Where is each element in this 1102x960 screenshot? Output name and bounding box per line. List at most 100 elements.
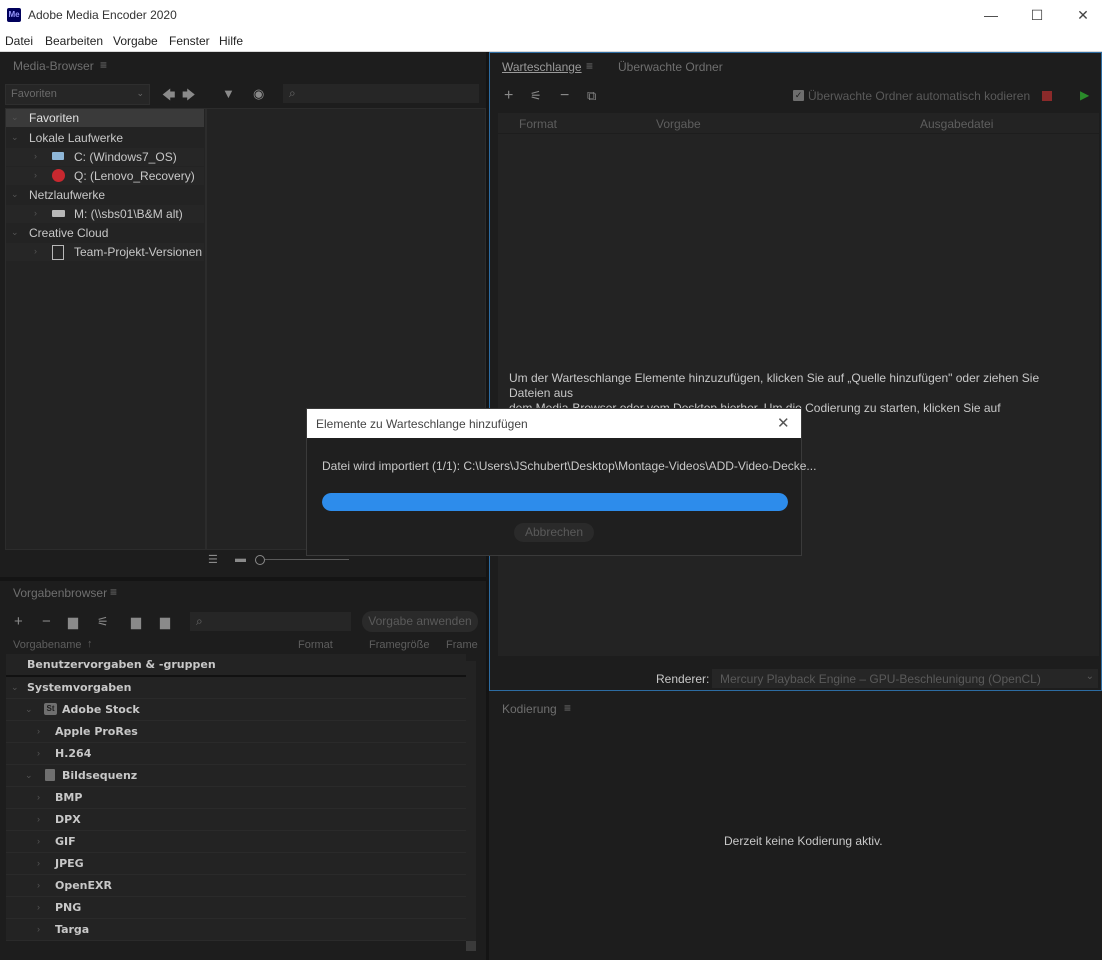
add-source-icon[interactable]: + bbox=[504, 87, 513, 105]
preset-group-image-sequence[interactable]: ⌄ Bildsequenz bbox=[6, 765, 466, 787]
dialog-title-bar: Elemente zu Warteschlange hinzufügen ✕ bbox=[307, 409, 801, 438]
tree-item-drive-m[interactable]: › M: (\\sbs01\B&M alt) bbox=[6, 205, 204, 223]
remove-item-icon[interactable]: − bbox=[560, 87, 569, 105]
preset-item-apple-prores[interactable]: › Apple ProRes bbox=[6, 721, 466, 743]
maximize-button[interactable]: ☐ bbox=[1014, 0, 1060, 31]
thumbnail-view-icon[interactable]: ▬ bbox=[235, 553, 246, 565]
column-frame[interactable]: Frame bbox=[446, 639, 478, 651]
chevron-right-icon: › bbox=[37, 902, 40, 912]
preset-item-bmp[interactable]: › BMP bbox=[6, 787, 466, 809]
encoding-title[interactable]: Kodierung bbox=[502, 702, 557, 716]
preset-label: PNG bbox=[55, 901, 82, 914]
preset-label: Benutzervorgaben & -gruppen bbox=[27, 658, 216, 671]
menu-bearbeiten[interactable]: Bearbeiten bbox=[45, 34, 103, 48]
adobe-stock-icon: St bbox=[44, 703, 57, 715]
stop-queue-icon[interactable] bbox=[1042, 91, 1052, 101]
team-project-icon bbox=[52, 245, 64, 260]
tree-item-team-projects[interactable]: › Team-Projekt-Versionen bbox=[6, 243, 204, 261]
column-format[interactable]: Format bbox=[298, 639, 333, 651]
tree-item-network-drives[interactable]: ⌄ Netzlaufwerke bbox=[6, 186, 204, 204]
zoom-slider-handle[interactable] bbox=[255, 555, 265, 565]
list-view-icon[interactable]: ☰ bbox=[208, 553, 218, 566]
preset-search-input[interactable]: ⌕ bbox=[190, 612, 351, 631]
chevron-right-icon: › bbox=[37, 792, 40, 802]
tab-watch-folders[interactable]: Überwachte Ordner bbox=[618, 60, 723, 74]
tree-item-favorites[interactable]: ⌄ Favoriten bbox=[6, 109, 204, 127]
tab-queue[interactable]: Warteschlange bbox=[502, 60, 582, 74]
queue-settings-icon[interactable]: ⚟ bbox=[530, 88, 542, 104]
renderer-label: Renderer: bbox=[656, 672, 710, 686]
chevron-down-icon: ⌄ bbox=[25, 704, 33, 714]
menu-fenster[interactable]: Fenster bbox=[169, 34, 210, 48]
preset-browser-title[interactable]: Vorgabenbrowser bbox=[13, 586, 107, 600]
close-button[interactable]: ✕ bbox=[1060, 0, 1102, 31]
preset-scrollbar[interactable] bbox=[466, 661, 476, 951]
forward-arrow-icon[interactable]: 🡆 bbox=[182, 86, 195, 108]
chevron-down-icon: ⌄ bbox=[136, 88, 144, 98]
auto-encode-label: Überwachte Ordner automatisch kodieren bbox=[808, 89, 1031, 103]
column-output[interactable]: Ausgabedatei bbox=[920, 117, 993, 131]
column-format[interactable]: Format bbox=[519, 117, 557, 131]
cancel-button[interactable]: Abbrechen bbox=[514, 523, 594, 542]
menu-datei[interactable]: Datei bbox=[5, 34, 33, 48]
auto-encode-checkbox[interactable]: ✓ bbox=[793, 90, 804, 101]
menu-vorgabe[interactable]: Vorgabe bbox=[113, 34, 158, 48]
preset-settings-icon[interactable]: ⚟ bbox=[97, 614, 109, 630]
media-encoder-logo-icon: Me bbox=[7, 8, 21, 22]
scrollbar-thumb[interactable] bbox=[466, 941, 476, 951]
preset-group-adobe-stock[interactable]: ⌄ St Adobe Stock bbox=[6, 699, 466, 721]
media-browser-title[interactable]: Media-Browser bbox=[13, 59, 94, 73]
menu-hilfe[interactable]: Hilfe bbox=[219, 34, 243, 48]
preset-label: JPEG bbox=[55, 857, 84, 870]
panel-menu-icon[interactable]: ≡ bbox=[564, 701, 571, 715]
encoding-status: Derzeit keine Kodierung aktiv. bbox=[724, 834, 883, 848]
renderer-select[interactable]: Mercury Playback Engine – GPU-Beschleuni… bbox=[712, 669, 1098, 688]
preset-item-png[interactable]: › PNG bbox=[6, 897, 466, 919]
preset-item-h264[interactable]: › H.264 bbox=[6, 743, 466, 765]
column-preset[interactable]: Vorgabe bbox=[656, 117, 701, 131]
windows-drive-icon bbox=[52, 152, 64, 160]
remove-preset-icon[interactable]: − bbox=[42, 613, 51, 630]
minimize-button[interactable]: — bbox=[968, 0, 1014, 31]
preset-label: Targa bbox=[55, 923, 90, 936]
dialog-close-icon[interactable]: ✕ bbox=[777, 414, 790, 432]
media-search-input[interactable]: ⌕ bbox=[283, 84, 479, 103]
new-group-icon[interactable]: ▆ bbox=[68, 614, 78, 630]
chevron-right-icon: › bbox=[37, 858, 40, 868]
chevron-down-icon: ⌄ bbox=[11, 227, 19, 237]
column-framesize[interactable]: Framegröße bbox=[369, 639, 430, 651]
tree-item-label: Q: (Lenovo_Recovery) bbox=[74, 169, 195, 183]
preset-item-dpx[interactable]: › DPX bbox=[6, 809, 466, 831]
tree-item-local-drives[interactable]: ⌄ Lokale Laufwerke bbox=[6, 129, 204, 147]
preset-browser-panel: Vorgabenbrowser ≡ + − ▆ ⚟ ▆ ▆ ⌕ Vorgabe … bbox=[0, 581, 486, 960]
view-eye-icon[interactable]: ◉ bbox=[253, 86, 264, 102]
panel-menu-icon[interactable]: ≡ bbox=[586, 59, 593, 73]
preset-item-openexr[interactable]: › OpenEXR bbox=[6, 875, 466, 897]
preset-item-jpeg[interactable]: › JPEG bbox=[6, 853, 466, 875]
panel-menu-icon[interactable]: ≡ bbox=[110, 585, 117, 599]
tree-item-drive-c[interactable]: › C: (Windows7_OS) bbox=[6, 148, 204, 166]
tree-item-creative-cloud[interactable]: ⌄ Creative Cloud bbox=[6, 224, 204, 242]
chevron-down-icon: ⌄ bbox=[11, 189, 19, 199]
export-preset-icon[interactable]: ▆ bbox=[160, 614, 170, 630]
preset-item-targa[interactable]: › Targa bbox=[6, 919, 466, 941]
start-queue-icon[interactable]: ▶ bbox=[1080, 88, 1089, 102]
apply-preset-button[interactable]: Vorgabe anwenden bbox=[362, 611, 478, 632]
filter-icon[interactable]: ▼ bbox=[222, 86, 235, 101]
duplicate-icon[interactable]: ⧉ bbox=[587, 88, 596, 104]
preset-item-gif[interactable]: › GIF bbox=[6, 831, 466, 853]
panel-menu-icon[interactable]: ≡ bbox=[100, 58, 107, 72]
favorites-dropdown[interactable]: Favoriten ⌄ bbox=[5, 84, 150, 105]
preset-group-user[interactable]: Benutzervorgaben & -gruppen bbox=[6, 654, 466, 677]
add-preset-icon[interactable]: + bbox=[14, 613, 23, 630]
tree-item-drive-q[interactable]: › Q: (Lenovo_Recovery) bbox=[6, 167, 204, 185]
back-arrow-icon[interactable]: 🡄 bbox=[162, 86, 175, 108]
encoding-panel: Kodierung ≡ Derzeit keine Kodierung akti… bbox=[489, 693, 1102, 960]
sort-ascending-icon: ↑ bbox=[87, 638, 93, 650]
import-preset-icon[interactable]: ▆ bbox=[131, 614, 141, 630]
zoom-slider-track[interactable] bbox=[265, 559, 349, 560]
chevron-right-icon: › bbox=[37, 748, 40, 758]
column-name[interactable]: Vorgabename bbox=[13, 639, 82, 651]
preset-group-system[interactable]: ⌄ Systemvorgaben bbox=[6, 677, 466, 699]
preset-label: Bildsequenz bbox=[62, 769, 138, 782]
